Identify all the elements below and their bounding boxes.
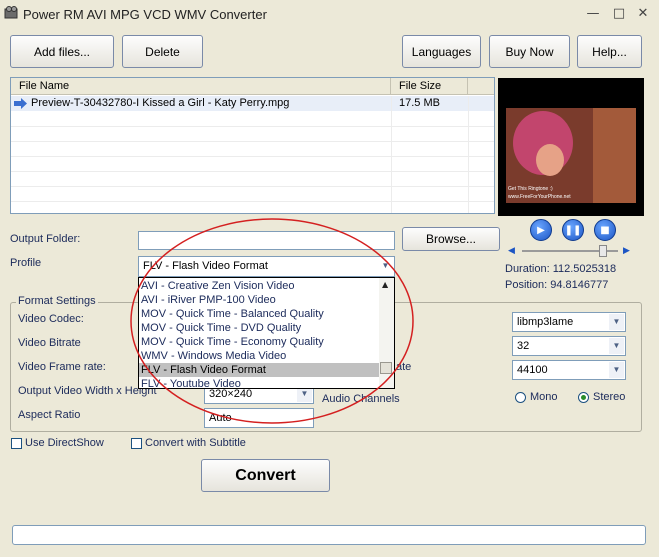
scrollbar-thumb[interactable] [380, 362, 392, 374]
seek-left-icon[interactable]: ◀ [508, 246, 515, 256]
dropdown-item[interactable]: AVI - iRiver PMP-100 Video [139, 293, 379, 307]
aspect-ratio-select[interactable]: Auto [204, 408, 314, 428]
position-readout: Position: 94.8146777 [505, 279, 609, 291]
chevron-down-icon[interactable]: ▼ [609, 362, 624, 378]
profile-select-value: FLV - Flash Video Format [143, 260, 268, 272]
add-files-button[interactable]: Add files... [10, 35, 114, 68]
play-icon: ▶ [537, 224, 545, 236]
video-codec-label: Video Codec: [18, 313, 84, 325]
aspect-ratio-label: Aspect Ratio [18, 409, 81, 421]
dropdown-item[interactable]: AVI - Creative Zen Vision Video [139, 279, 379, 293]
column-divider [391, 96, 392, 213]
maximize-button[interactable]: □ [609, 5, 629, 22]
stop-icon: ■ [600, 224, 610, 236]
convert-button[interactable]: Convert [201, 459, 330, 492]
chevron-down-icon[interactable]: ▼ [609, 314, 624, 330]
overlay-text: Get This Ringtone :) [508, 186, 553, 192]
profile-dropdown-list[interactable]: AVI - Creative Zen Vision Video AVI - iR… [138, 277, 395, 391]
file-list[interactable]: File Name File Size Preview-T-30432780-I… [10, 77, 495, 214]
dropdown-item-selected[interactable]: FLV - Flash Video Format [139, 363, 379, 377]
dropdown-scrollbar[interactable]: ▲ [379, 278, 394, 388]
arrow-right-icon [14, 98, 27, 109]
audio-rate-select[interactable]: 44100 ▼ [512, 360, 626, 380]
title-bar: Power RM AVI MPG VCD WMV Converter — □ ✕ [0, 0, 659, 28]
play-button[interactable]: ▶ [530, 219, 552, 241]
use-directshow-checkbox[interactable] [11, 438, 22, 449]
stereo-label: Stereo [593, 391, 626, 403]
file-list-header: File Name File Size [11, 78, 494, 95]
audio-channels-label: Audio Channels [322, 393, 400, 405]
app-icon [4, 6, 18, 19]
column-divider [468, 96, 469, 213]
seek-thumb[interactable] [598, 245, 607, 257]
row-divider [11, 141, 494, 142]
window-title: Power RM AVI MPG VCD WMV Converter [23, 7, 267, 22]
stop-button[interactable]: ■ [594, 219, 616, 241]
pause-icon: ❚❚ [564, 224, 582, 236]
file-name-cell: Preview-T-30432780-I Kissed a Girl - Kat… [31, 97, 290, 109]
column-file-size[interactable]: File Size [391, 78, 468, 95]
seek-right-icon[interactable]: ▶ [623, 246, 630, 256]
output-folder-label: Output Folder: [10, 233, 81, 245]
audio-bitrate-select[interactable]: 32 ▼ [512, 336, 626, 356]
buy-now-button[interactable]: Buy Now [489, 35, 570, 68]
minimize-button[interactable]: — [583, 5, 603, 22]
aspect-ratio-value: Auto [209, 412, 232, 424]
row-divider [11, 171, 494, 172]
dropdown-item[interactable]: MOV - Quick Time - DVD Quality [139, 321, 379, 335]
dropdown-item[interactable]: MOV - Quick Time - Economy Quality [139, 335, 379, 349]
languages-button[interactable]: Languages [402, 35, 481, 68]
chevron-down-icon[interactable]: ▼ [378, 258, 393, 274]
audio-bitrate-value: 32 [517, 340, 530, 352]
row-divider [11, 126, 494, 127]
duration-readout: Duration: 112.5025318 [505, 263, 617, 275]
dropdown-item[interactable]: MOV - Quick Time - Balanced Quality [139, 307, 379, 321]
mono-radio[interactable] [515, 392, 526, 403]
close-button[interactable]: ✕ [633, 5, 653, 22]
pause-button[interactable]: ❚❚ [562, 219, 584, 241]
output-folder-field[interactable] [138, 231, 395, 250]
audio-codec-select[interactable]: libmp3lame ▼ [512, 312, 626, 332]
stereo-radio[interactable] [578, 392, 589, 403]
dropdown-item[interactable]: WMV - Windows Media Video [139, 349, 379, 363]
convert-subtitle-checkbox[interactable] [131, 438, 142, 449]
radio-selected-dot [581, 395, 586, 400]
scroll-up-icon[interactable]: ▲ [382, 280, 388, 289]
row-divider [11, 201, 494, 202]
row-divider [11, 186, 494, 187]
browse-button[interactable]: Browse... [402, 227, 500, 251]
video-frame-rate-label: Video Frame rate: [18, 361, 106, 373]
progress-bar [12, 525, 646, 545]
audio-rate-value: 44100 [517, 364, 548, 376]
use-directshow-label: Use DirectShow [25, 437, 104, 449]
audio-rate-label: ate [396, 361, 412, 373]
file-size-cell: 17.5 MB [399, 97, 440, 109]
format-settings-title: Format Settings [16, 295, 98, 307]
mono-label: Mono [530, 391, 558, 403]
overlay-text: www.FreeForYourPhone.net [508, 194, 571, 200]
audio-codec-value: libmp3lame [517, 316, 574, 328]
table-row[interactable]: Preview-T-30432780-I Kissed a Girl - Kat… [11, 96, 494, 111]
column-file-name[interactable]: File Name [11, 78, 391, 95]
profile-select[interactable]: FLV - Flash Video Format ▼ [138, 256, 395, 277]
delete-button[interactable]: Delete [122, 35, 203, 68]
output-size-label: Output Video Width x Height [18, 385, 157, 397]
dropdown-item[interactable]: FLV - Youtube Video [139, 377, 379, 391]
video-bitrate-label: Video Bitrate [18, 337, 81, 349]
video-preview: Get This Ringtone :) www.FreeForYourPhon… [498, 78, 644, 216]
convert-subtitle-label: Convert with Subtitle [145, 437, 246, 449]
help-button[interactable]: Help... [577, 35, 642, 68]
profile-label: Profile [10, 257, 42, 269]
seek-bar[interactable]: ◀ ▶ [508, 245, 632, 257]
row-divider [11, 156, 494, 157]
chevron-down-icon[interactable]: ▼ [609, 338, 624, 354]
